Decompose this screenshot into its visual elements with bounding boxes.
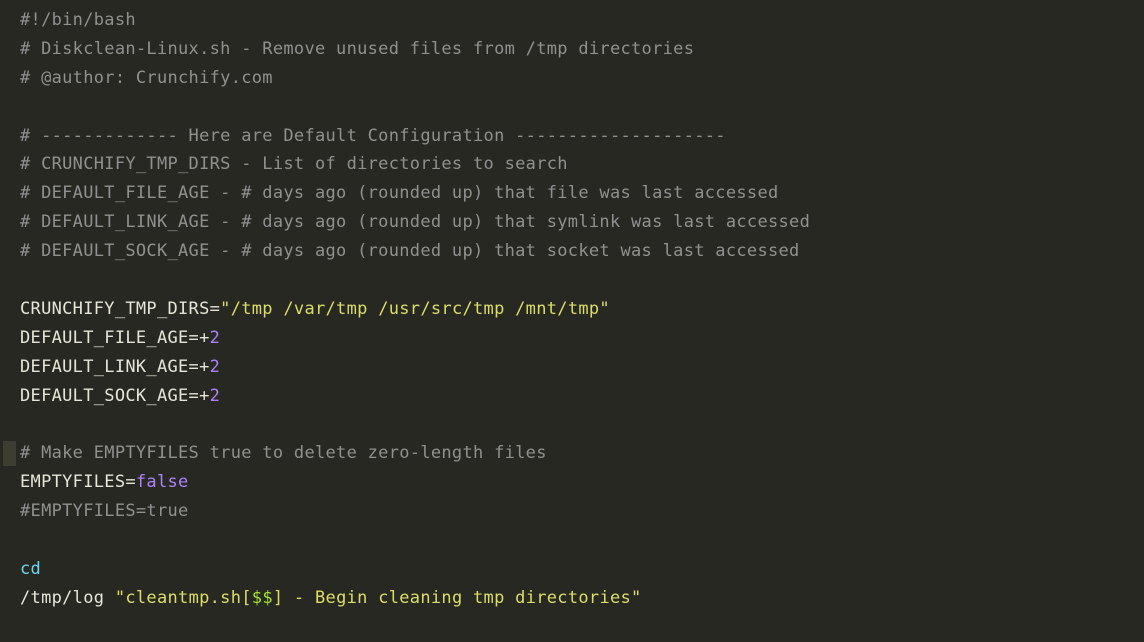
editor-gutter (0, 0, 18, 642)
code-line: #EMPTYFILES=true (20, 501, 189, 521)
code-line: EMPTYFILES=false (20, 472, 189, 492)
code-line: CRUNCHIFY_TMP_DIRS="/tmp /var/tmp /usr/s… (20, 299, 610, 319)
code-line: # ------------- Here are Default Configu… (20, 126, 726, 146)
code-line: #!/bin/bash (20, 10, 136, 30)
code-line: /tmp/log "cleantmp.sh[$$] - Begin cleani… (20, 588, 642, 608)
code-line: DEFAULT_LINK_AGE=+2 (20, 357, 220, 377)
code-line: # @author: Crunchify.com (20, 68, 273, 88)
code-line: DEFAULT_FILE_AGE=+2 (20, 328, 220, 348)
code-line: # Make EMPTYFILES true to delete zero-le… (20, 443, 547, 463)
code-line: cd (20, 559, 41, 579)
code-area[interactable]: #!/bin/bash # Diskclean-Linux.sh - Remov… (18, 0, 810, 642)
code-editor[interactable]: #!/bin/bash # Diskclean-Linux.sh - Remov… (0, 0, 1144, 642)
code-line: # DEFAULT_SOCK_AGE - # days ago (rounded… (20, 241, 800, 261)
code-line: # CRUNCHIFY_TMP_DIRS - List of directori… (20, 154, 568, 174)
code-line: # Diskclean-Linux.sh - Remove unused fil… (20, 39, 694, 59)
code-line: DEFAULT_SOCK_AGE=+2 (20, 386, 220, 406)
code-line: # DEFAULT_FILE_AGE - # days ago (rounded… (20, 183, 779, 203)
code-line: # DEFAULT_LINK_AGE - # days ago (rounded… (20, 212, 810, 232)
